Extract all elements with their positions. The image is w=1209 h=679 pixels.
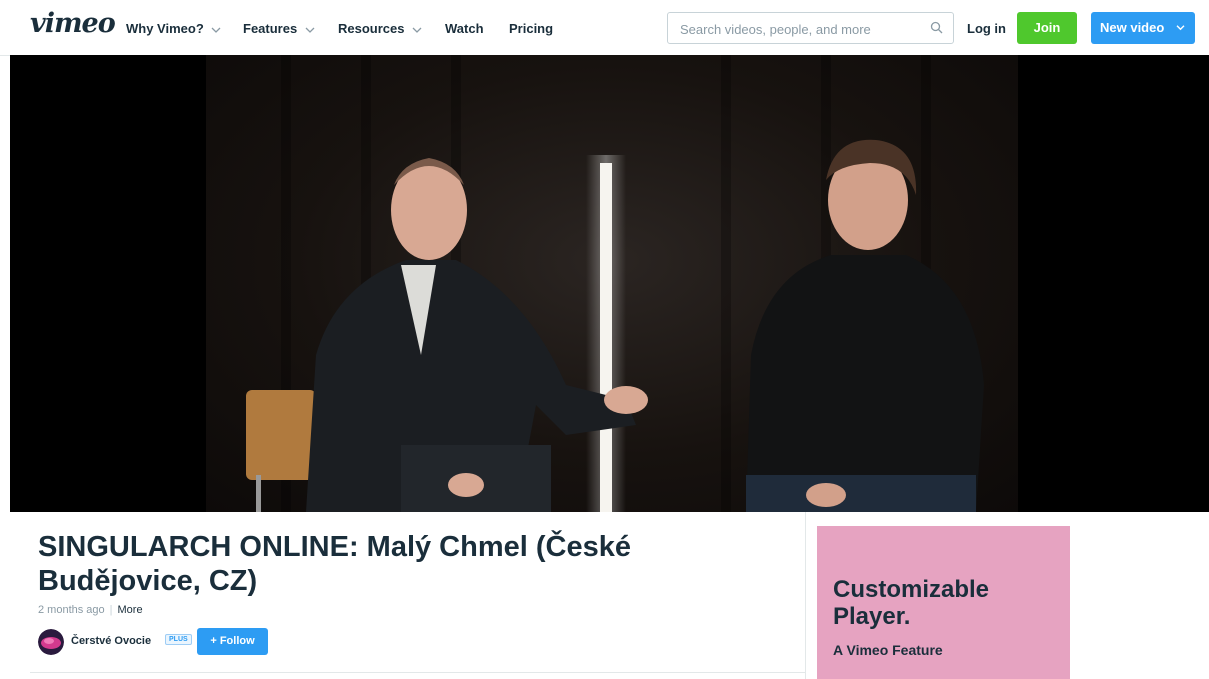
chevron-down-icon [1176, 25, 1185, 31]
channel-avatar-icon [38, 629, 64, 655]
chevron-down-icon [305, 27, 315, 33]
login-link[interactable]: Log in [967, 21, 1006, 36]
video-frame[interactable] [206, 55, 1018, 512]
join-button[interactable]: Join [1017, 12, 1077, 44]
video-still-image [246, 55, 984, 512]
follow-button[interactable]: + Follow [197, 628, 268, 655]
nav-why-vimeo[interactable]: Why Vimeo? [126, 21, 221, 36]
sidebar-divider [805, 512, 806, 679]
nav-resources-label: Resources [338, 21, 405, 36]
video-player[interactable] [10, 55, 1209, 512]
nav-pricing-label: Pricing [509, 21, 554, 36]
video-title: SINGULARCH ONLINE: Malý Chmel (České Bud… [38, 531, 631, 597]
nav-watch-label: Watch [445, 21, 484, 36]
chevron-down-icon [211, 27, 221, 33]
nav-pricing[interactable]: Pricing [509, 21, 553, 36]
vimeo-logo[interactable]: vimeo [30, 8, 116, 39]
avatar[interactable] [38, 629, 64, 655]
nav-why-vimeo-label: Why Vimeo? [126, 21, 204, 36]
search-box [667, 12, 954, 45]
new-video-label: New video [1100, 20, 1165, 35]
nav-watch[interactable]: Watch [445, 21, 484, 36]
search-icon[interactable] [930, 21, 943, 34]
ad-headline: Customizable Player. [833, 576, 990, 630]
posted-date: 2 months ago [38, 604, 105, 616]
chevron-down-icon [412, 27, 422, 33]
nav-features[interactable]: Features [243, 21, 315, 36]
search-input[interactable] [678, 13, 922, 45]
ad-subline: A Vimeo Feature [833, 642, 943, 658]
top-nav-bar: vimeo Why Vimeo? Features Resources Watc… [0, 0, 1209, 56]
divider [30, 672, 805, 673]
plus-badge: PLUS [165, 634, 192, 645]
new-video-button[interactable]: New video [1091, 12, 1195, 44]
meta-separator: | [109, 604, 113, 616]
ad-banner[interactable]: Customizable Player. A Vimeo Feature [817, 526, 1070, 679]
channel-name[interactable]: Čerstvé Ovocie [71, 635, 151, 647]
more-link[interactable]: More [118, 604, 143, 616]
nav-resources[interactable]: Resources [338, 21, 422, 36]
video-meta: 2 months ago | More [38, 604, 143, 616]
nav-features-label: Features [243, 21, 298, 36]
